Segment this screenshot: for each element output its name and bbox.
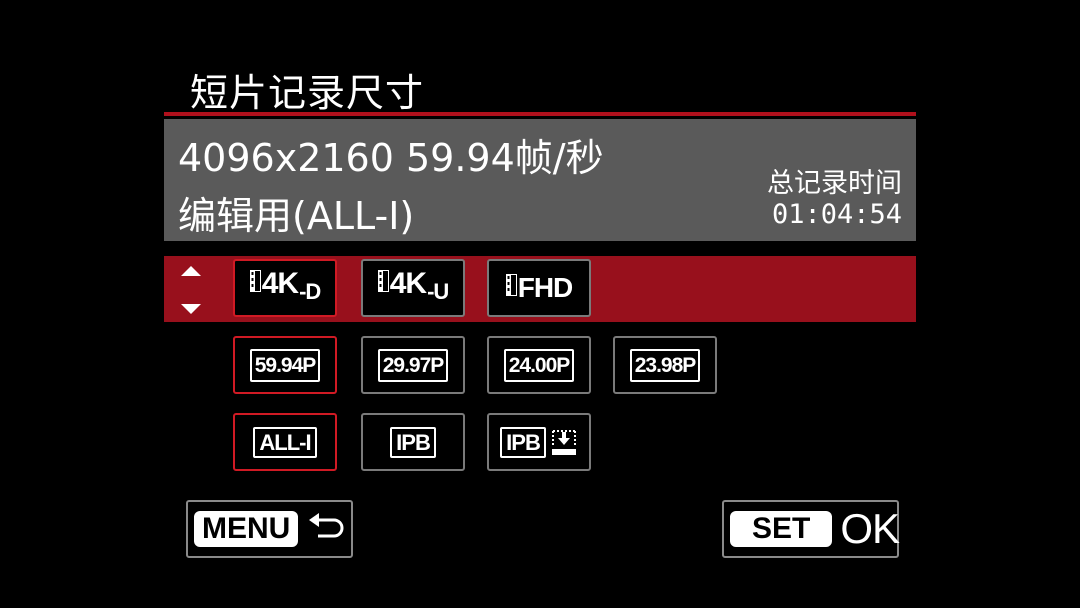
screen-title: 短片记录尺寸 <box>190 71 425 115</box>
option-fhd-main: FHD <box>517 272 574 303</box>
option-4k-u-sub: -U <box>427 279 449 304</box>
menu-label: MENU <box>194 511 299 547</box>
option-compression-ipb-light[interactable]: IPB <box>487 413 591 471</box>
download-icon <box>551 430 576 455</box>
down-arrow-icon[interactable] <box>181 304 201 314</box>
set-ok-button[interactable]: SET OK <box>722 500 900 558</box>
option-4k-d-main: 4K <box>261 267 299 300</box>
option-4k-u-main: 4K <box>389 267 427 300</box>
compression-description: 编辑用(ALL-I) <box>178 194 415 238</box>
ok-label: OK <box>840 505 900 552</box>
info-panel: 4096x2160 59.94帧/秒 编辑用(ALL-I) 总记录时间 01:0… <box>164 119 916 241</box>
option-compression-ipb[interactable]: IPB <box>361 413 465 471</box>
set-label: SET <box>730 511 833 547</box>
film-strip-icon <box>249 270 261 292</box>
option-compression-label: ALL-I <box>253 426 317 458</box>
option-4k-d-sub: -D <box>299 279 321 304</box>
option-frame-rate-24-00p[interactable]: 24.00P <box>487 336 591 394</box>
total-record-time-value: 01:04:54 <box>771 199 902 230</box>
film-strip-icon <box>377 270 389 292</box>
option-frame-rate-label: 24.00P <box>503 348 575 382</box>
option-frame-rate-label: 29.97P <box>377 348 449 382</box>
title-divider <box>164 112 916 116</box>
movie-size-description: 4096x2160 59.94帧/秒 <box>178 136 604 180</box>
option-fhd[interactable]: FHD <box>487 259 591 317</box>
film-strip-icon <box>505 274 517 296</box>
option-compression-all-i[interactable]: ALL-I <box>233 413 337 471</box>
option-frame-rate-label: 23.98P <box>629 348 701 382</box>
option-frame-rate-23-98p[interactable]: 23.98P <box>613 336 717 394</box>
option-4k-u[interactable]: 4K -U <box>361 259 465 317</box>
option-compression-label: IPB <box>500 426 546 458</box>
option-frame-rate-label: 59.94P <box>249 348 321 382</box>
option-compression-label: IPB <box>390 426 436 458</box>
option-4k-d[interactable]: 4K -D <box>233 259 337 317</box>
row-scroll-arrows[interactable] <box>178 262 206 318</box>
option-frame-rate-29-97p[interactable]: 29.97P <box>361 336 465 394</box>
menu-back-button[interactable]: MENU <box>186 500 353 558</box>
total-record-time-label: 总记录时间 <box>767 168 902 199</box>
up-arrow-icon[interactable] <box>181 266 201 276</box>
return-arrow-icon <box>309 513 344 538</box>
option-frame-rate-59-94p[interactable]: 59.94P <box>233 336 337 394</box>
